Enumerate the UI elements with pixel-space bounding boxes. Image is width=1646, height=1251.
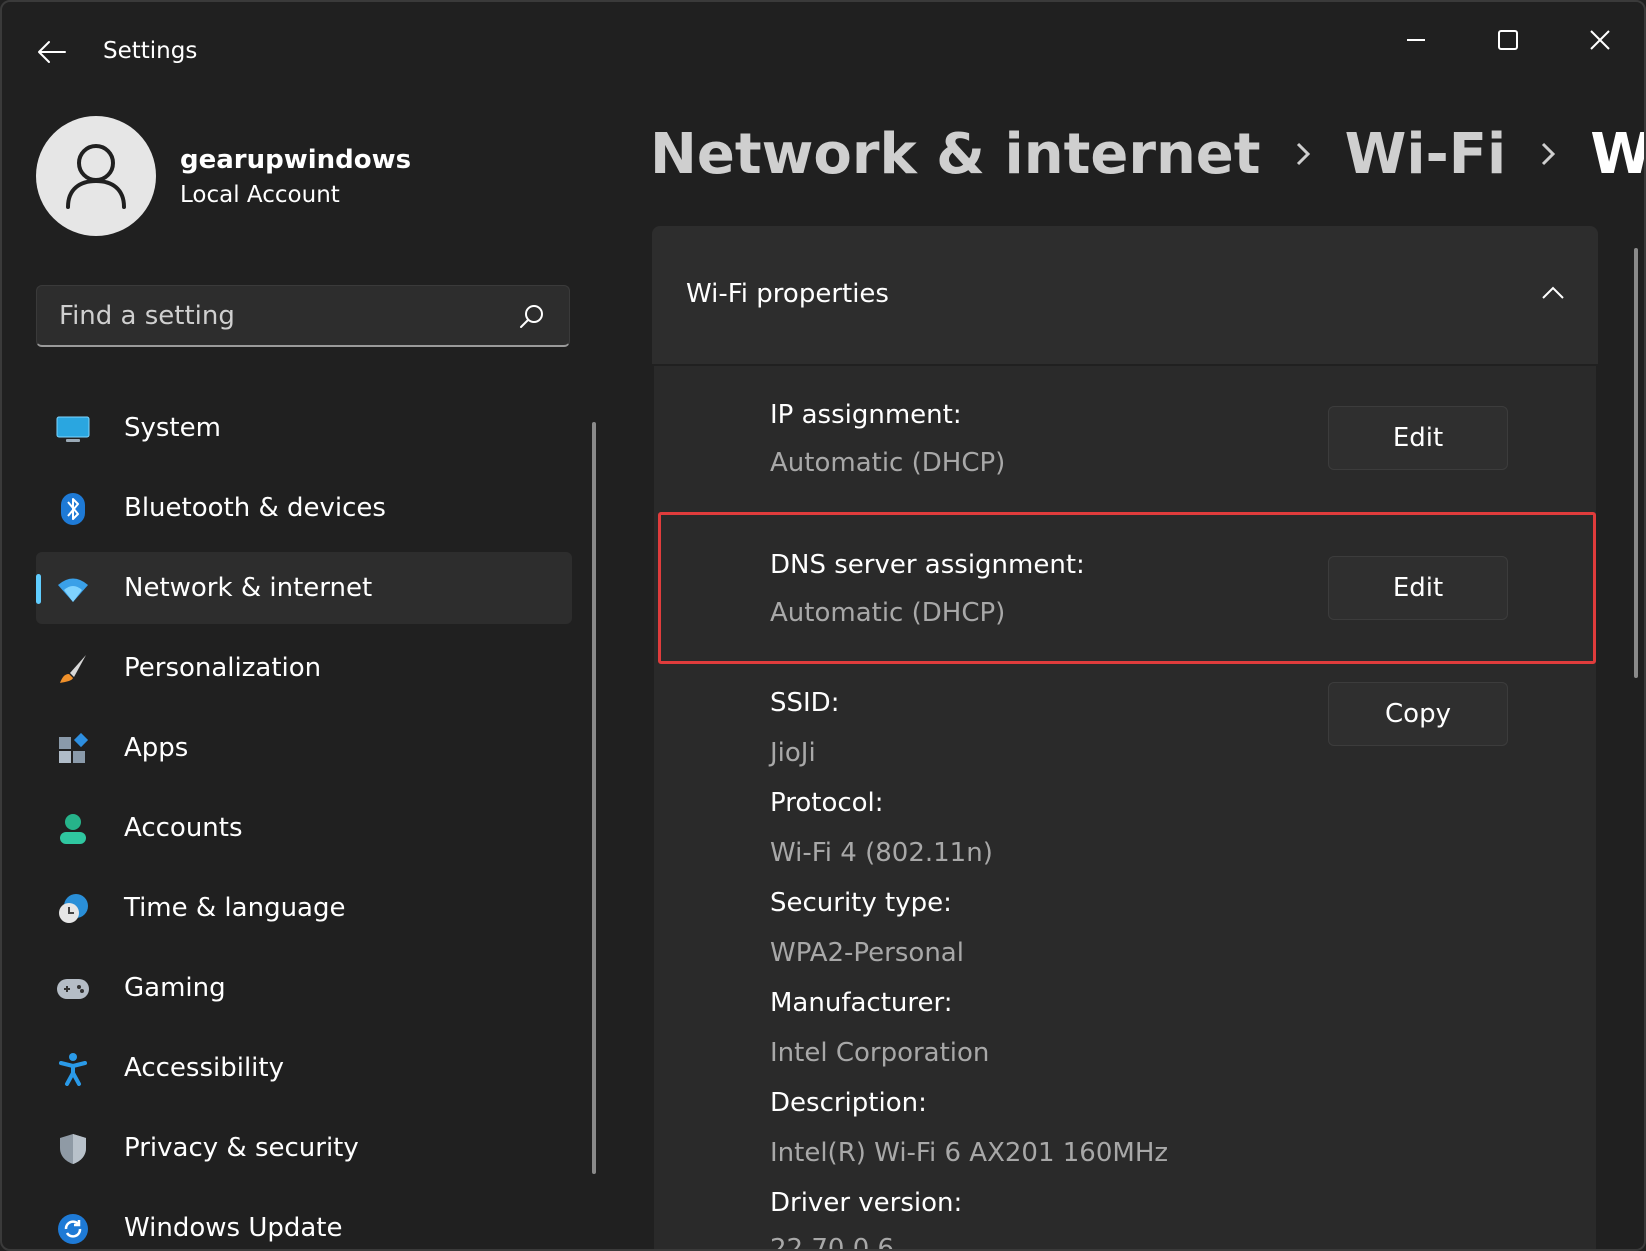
app-title: Settings bbox=[103, 38, 198, 64]
gamepad-icon bbox=[56, 972, 90, 1006]
breadcrumb-current: Wi-Fi bbox=[1590, 121, 1646, 187]
arrow-left-icon bbox=[38, 41, 66, 63]
title-bar: Settings bbox=[2, 2, 1644, 92]
manufacturer-value: Intel Corporation bbox=[770, 1038, 990, 1068]
sidebar-item-label: Network & internet bbox=[124, 573, 373, 603]
ip-edit-button[interactable]: Edit bbox=[1328, 406, 1508, 470]
driver-version-value: 22.70.0.6 bbox=[770, 1234, 895, 1251]
sidebar-item-label: Apps bbox=[124, 733, 189, 763]
sidebar-item-label: Privacy & security bbox=[124, 1133, 359, 1163]
breadcrumb-network[interactable]: Network & internet bbox=[650, 122, 1261, 187]
sidebar-item-privacy-security[interactable]: Privacy & security bbox=[36, 1112, 572, 1184]
ip-assignment-value: Automatic (DHCP) bbox=[770, 448, 1006, 478]
chevron-up-icon[interactable] bbox=[1538, 278, 1568, 308]
breadcrumb: Network & internet Wi-Fi Wi-Fi bbox=[650, 114, 1646, 194]
content-scrollbar[interactable] bbox=[1634, 248, 1638, 678]
ssid-value: JioJi bbox=[770, 738, 816, 768]
sidebar-item-network[interactable]: Network & internet bbox=[36, 552, 572, 624]
ssid-label: SSID: bbox=[770, 688, 840, 718]
protocol-label: Protocol: bbox=[770, 788, 884, 818]
sidebar-item-accounts[interactable]: Accounts bbox=[36, 792, 572, 864]
bluetooth-icon bbox=[56, 492, 90, 526]
sidebar-item-label: Bluetooth & devices bbox=[124, 493, 386, 523]
copy-button[interactable]: Copy bbox=[1328, 682, 1508, 746]
minimize-icon bbox=[1407, 39, 1425, 41]
wifi-properties-header[interactable]: Wi-Fi properties bbox=[652, 226, 1598, 364]
sidebar-item-label: Accounts bbox=[124, 813, 243, 843]
back-button[interactable] bbox=[32, 32, 72, 72]
sidebar-item-label: Gaming bbox=[124, 973, 226, 1003]
sidebar-item-label: Accessibility bbox=[124, 1053, 284, 1083]
chevron-right-icon bbox=[1506, 139, 1590, 169]
description-value: Intel(R) Wi-Fi 6 AX201 160MHz bbox=[770, 1138, 1169, 1168]
sidebar-item-label: Time & language bbox=[124, 893, 346, 923]
security-type-value: WPA2-Personal bbox=[770, 938, 964, 968]
security-type-label: Security type: bbox=[770, 888, 952, 918]
monitor-icon bbox=[56, 412, 90, 446]
sidebar-item-accessibility[interactable]: Accessibility bbox=[36, 1032, 572, 1104]
sidebar-item-gaming[interactable]: Gaming bbox=[36, 952, 572, 1024]
search-box bbox=[36, 285, 570, 347]
search-input[interactable] bbox=[57, 286, 521, 346]
accessibility-icon bbox=[56, 1052, 90, 1086]
maximize-icon bbox=[1498, 30, 1518, 50]
clock-globe-icon bbox=[56, 892, 90, 926]
panel-title: Wi-Fi properties bbox=[686, 279, 889, 309]
breadcrumb-wifi[interactable]: Wi-Fi bbox=[1345, 122, 1507, 187]
description-label: Description: bbox=[770, 1088, 927, 1118]
settings-window: Settings gearupwindows Local Account Fin… bbox=[0, 0, 1646, 1251]
minimize-button[interactable] bbox=[1386, 20, 1446, 60]
sidebar-item-windows-update[interactable]: Windows Update bbox=[36, 1192, 572, 1249]
close-button[interactable] bbox=[1570, 20, 1630, 60]
sidebar-item-time-language[interactable]: Time & language bbox=[36, 872, 572, 944]
protocol-value: Wi-Fi 4 (802.11n) bbox=[770, 838, 993, 868]
manufacturer-label: Manufacturer: bbox=[770, 988, 953, 1018]
avatar[interactable] bbox=[36, 116, 156, 236]
sidebar-item-label: Windows Update bbox=[124, 1213, 343, 1243]
maximize-button[interactable] bbox=[1478, 20, 1538, 60]
sidebar-item-system[interactable]: System bbox=[36, 392, 572, 464]
ip-assignment-label: IP assignment: bbox=[770, 400, 962, 430]
sidebar-item-personalization[interactable]: Personalization bbox=[36, 632, 572, 704]
update-icon bbox=[56, 1212, 90, 1246]
driver-version-label: Driver version: bbox=[770, 1188, 963, 1218]
account-name: gearupwindows bbox=[180, 145, 412, 175]
sidebar-item-apps[interactable]: Apps bbox=[36, 712, 572, 784]
close-icon bbox=[1590, 30, 1610, 50]
person-outline-icon bbox=[66, 144, 126, 209]
sidebar-item-label: Personalization bbox=[124, 653, 322, 683]
sidebar-item-label: System bbox=[124, 413, 221, 443]
dns-assignment-value: Automatic (DHCP) bbox=[770, 598, 1006, 628]
sidebar-nav: System Bluetooth & devices Network & int… bbox=[36, 392, 572, 1249]
dns-edit-button[interactable]: Edit bbox=[1328, 556, 1508, 620]
apps-icon bbox=[56, 732, 90, 766]
chevron-right-icon bbox=[1261, 139, 1345, 169]
account-type: Local Account bbox=[180, 182, 340, 208]
sidebar-scrollbar[interactable] bbox=[592, 422, 596, 1174]
wifi-icon bbox=[56, 572, 90, 606]
person-icon bbox=[56, 812, 90, 846]
sidebar-item-bluetooth[interactable]: Bluetooth & devices bbox=[36, 472, 572, 544]
dns-assignment-label: DNS server assignment: bbox=[770, 550, 1085, 580]
brush-icon bbox=[56, 652, 90, 686]
shield-icon bbox=[56, 1132, 90, 1166]
search-icon[interactable] bbox=[519, 303, 545, 329]
